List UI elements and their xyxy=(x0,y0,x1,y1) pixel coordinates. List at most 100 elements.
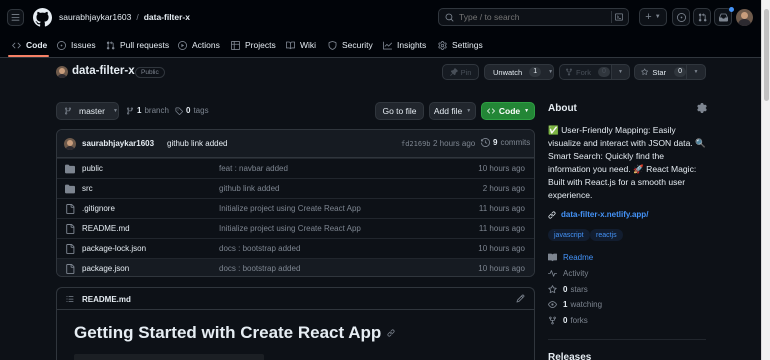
file-commit-message[interactable]: Initialize project using Create React Ap… xyxy=(219,224,361,233)
add-file-button[interactable]: Add file ▼ xyxy=(429,102,476,120)
tab-settings[interactable]: Settings xyxy=(438,37,483,53)
pin-button[interactable]: Pin xyxy=(442,64,479,80)
tab-label: Settings xyxy=(452,40,483,50)
menu-button[interactable] xyxy=(7,9,24,26)
commit-message[interactable]: github link added xyxy=(167,139,228,148)
code-button[interactable]: Code ▼ xyxy=(481,102,535,120)
tab-projects[interactable]: Projects xyxy=(231,37,276,53)
file-name[interactable]: package-lock.json xyxy=(82,244,146,253)
list-unordered-icon[interactable] xyxy=(66,295,74,303)
forks-link[interactable]: 0 forks xyxy=(548,316,588,325)
repo-title[interactable]: data-filter-x xyxy=(72,65,135,77)
branches-link[interactable]: 1 branch xyxy=(126,106,169,115)
file-name[interactable]: public xyxy=(82,164,103,173)
tab-pull-requests[interactable]: Pull requests xyxy=(106,37,169,53)
readme-header: README.md xyxy=(57,288,534,310)
description-line: ✅ User-Friendly Mapping: Easily xyxy=(548,125,676,135)
chevron-down-icon: ▼ xyxy=(654,14,661,20)
homepage-url: data-filter-x.netlify.app/ xyxy=(561,210,649,219)
branch-count: 1 xyxy=(137,106,142,115)
file-name[interactable]: src xyxy=(82,184,93,193)
pencil-icon[interactable] xyxy=(516,294,525,303)
issues-button[interactable] xyxy=(672,8,690,26)
file-name[interactable]: package.json xyxy=(82,264,129,273)
search-box[interactable] xyxy=(438,8,629,26)
file-commit-message[interactable]: docs : bootstrap added xyxy=(219,244,300,253)
watchers-link[interactable]: 1 watching xyxy=(548,300,602,309)
file-table: saurabhjaykar1603 github link added fd21… xyxy=(56,129,535,277)
shield-icon xyxy=(328,40,337,50)
repo-forked-icon xyxy=(566,68,572,76)
watching-label: watching xyxy=(570,300,603,309)
go-to-file-button[interactable]: Go to file xyxy=(375,102,424,120)
description-line: visualize and interact with JSON data. 🔍 xyxy=(548,137,706,148)
star-label: Star xyxy=(652,67,667,77)
table-row[interactable]: .gitignore Initialize project using Crea… xyxy=(57,198,534,218)
fork-button[interactable]: Fork 0 xyxy=(559,64,612,80)
file-name[interactable]: README.md xyxy=(82,224,130,233)
description-line: Built with React.js for a smooth user xyxy=(548,176,686,187)
commit-sha[interactable]: fd2169b xyxy=(401,140,431,148)
owner-link[interactable]: saurabhjaykar1603 xyxy=(59,12,131,22)
gear-icon[interactable] xyxy=(697,103,707,113)
branch-select[interactable]: master ▼ xyxy=(56,102,119,120)
tab-insights[interactable]: Insights xyxy=(383,37,426,53)
tab-code[interactable]: Code xyxy=(12,37,47,53)
file-commit-message[interactable]: Initialize project using Create React Ap… xyxy=(219,204,361,213)
description-line: experience. xyxy=(548,189,593,200)
file-commit-message[interactable]: feat : navbar added xyxy=(219,164,288,173)
tags-link[interactable]: 0 tags xyxy=(175,106,209,115)
search-input[interactable] xyxy=(459,12,579,22)
tab-security[interactable]: Security xyxy=(328,37,373,53)
table-row[interactable]: package-lock.json docs : bootstrap added… xyxy=(57,238,534,258)
tab-wiki[interactable]: Wiki xyxy=(286,37,316,53)
tab-issues[interactable]: Issues xyxy=(57,37,96,53)
branch-name: master xyxy=(79,106,105,116)
topic-tag[interactable]: javascript xyxy=(548,229,590,241)
readme-label: Readme xyxy=(563,253,594,262)
chevron-down-icon: ▼ xyxy=(548,69,554,75)
commit-author[interactable]: saurabhjaykar1603 xyxy=(82,139,154,148)
github-logo-icon[interactable] xyxy=(33,8,52,27)
tab-label: Insights xyxy=(397,40,427,50)
tab-label: Actions xyxy=(192,40,220,50)
file-name[interactable]: .gitignore xyxy=(82,204,115,213)
homepage-link[interactable]: data-filter-x.netlify.app/ xyxy=(548,210,648,219)
topic-tag[interactable]: reactjs xyxy=(590,229,623,241)
tab-actions[interactable]: Actions xyxy=(178,37,220,53)
table-row[interactable]: package.json docs : bootstrap added 10 h… xyxy=(57,258,534,276)
file-commit-time: 10 hours ago xyxy=(478,264,525,273)
readme-link[interactable]: Readme xyxy=(548,253,593,262)
star-button[interactable]: Star 0 xyxy=(634,64,687,80)
stars-link[interactable]: 0 stars xyxy=(548,285,588,294)
commit-author-avatar[interactable] xyxy=(64,138,76,150)
command-palette-icon[interactable] xyxy=(611,11,625,23)
page-scrollbar[interactable] xyxy=(761,0,770,360)
avatar[interactable] xyxy=(736,9,753,26)
file-commit-time: 11 hours ago xyxy=(478,204,525,213)
link-icon[interactable] xyxy=(387,329,395,337)
activity-link[interactable]: Activity xyxy=(548,269,588,278)
unwatch-button[interactable]: Unwatch 1 ▼ xyxy=(484,64,554,80)
table-row[interactable]: README.md Initialize project using Creat… xyxy=(57,218,534,238)
owner-avatar[interactable] xyxy=(56,66,68,78)
create-new-button[interactable]: + ▼ xyxy=(639,8,667,26)
file-icon xyxy=(66,263,75,274)
table-row[interactable]: public feat : navbar added 10 hours ago xyxy=(57,158,534,178)
pull-requests-button[interactable] xyxy=(693,8,711,26)
commits-link[interactable]: 9 commits xyxy=(481,138,530,147)
file-commit-message[interactable]: docs : bootstrap added xyxy=(219,264,300,273)
tab-label: Wiki xyxy=(300,40,317,50)
breadcrumb: saurabhjaykar1603 / data-filter-x xyxy=(59,12,190,22)
scrollbar-thumb[interactable] xyxy=(764,9,769,101)
file-commit-message[interactable]: github link added xyxy=(219,184,280,193)
table-row[interactable]: src github link added 2 hours ago xyxy=(57,178,534,198)
tab-label: Pull requests xyxy=(120,40,170,50)
file-icon xyxy=(66,203,75,214)
unwatch-count: 1 xyxy=(529,67,542,77)
releases-title[interactable]: Releases xyxy=(548,352,591,360)
readme-filename[interactable]: README.md xyxy=(82,295,131,304)
fork-dropdown-button[interactable]: ▼ xyxy=(611,64,630,80)
star-dropdown-button[interactable]: ▼ xyxy=(686,64,706,80)
repo-link[interactable]: data-filter-x xyxy=(144,12,190,22)
